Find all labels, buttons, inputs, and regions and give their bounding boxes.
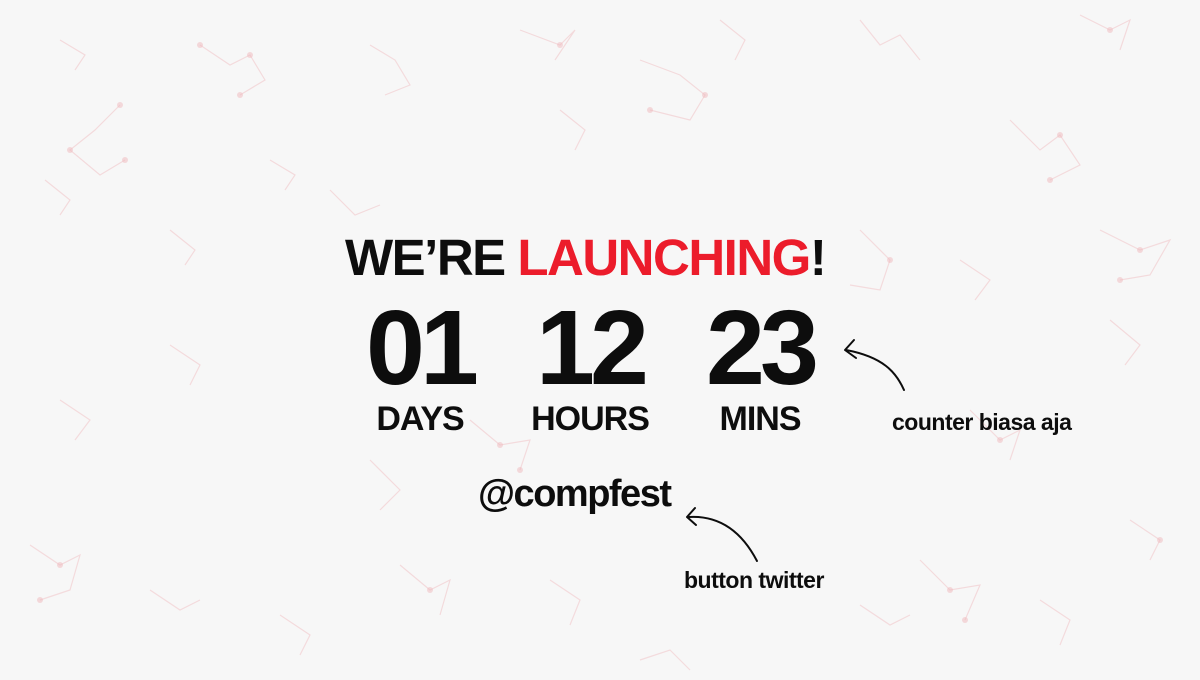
curved-arrow-icon — [686, 507, 758, 562]
countdown-days-value: 01 — [366, 289, 479, 407]
countdown-hours: 12 HOURS — [510, 293, 670, 437]
countdown-days-label: DAYS — [376, 400, 464, 438]
curved-arrow-icon — [844, 339, 905, 391]
headline-highlight: LAUNCHING — [517, 229, 811, 286]
headline-prefix: WE’RE — [345, 229, 518, 286]
countdown-days: 01 DAYS — [340, 293, 500, 437]
countdown-mins: 23 MINS — [680, 293, 840, 437]
headline-suffix: ! — [809, 229, 827, 286]
button-annotation: button twitter — [684, 567, 824, 593]
countdown-hours-label: HOURS — [531, 400, 650, 438]
twitter-button[interactable]: @compfest — [478, 470, 672, 518]
countdown-hours-value: 12 — [536, 289, 649, 407]
countdown-mins-value: 23 — [706, 289, 819, 407]
counter-annotation: counter biasa aja — [892, 409, 1072, 435]
countdown-mins-label: MINS — [719, 400, 802, 438]
page-title: WE’RE LAUNCHING! — [345, 228, 845, 288]
